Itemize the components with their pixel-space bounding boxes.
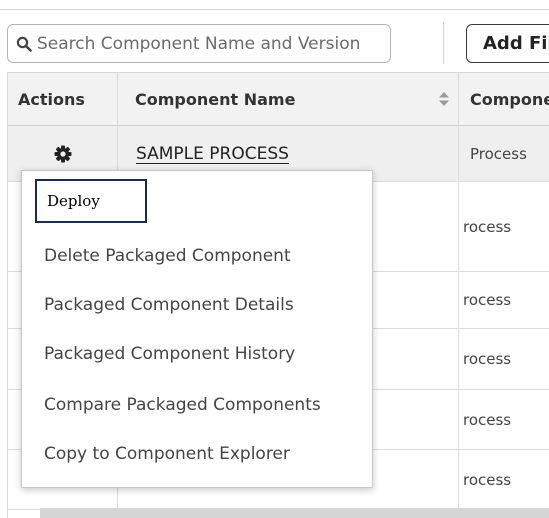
component-type-cell: rocess bbox=[463, 291, 512, 309]
search-box[interactable] bbox=[7, 24, 391, 63]
sort-icon[interactable] bbox=[439, 92, 449, 106]
menu-item-deploy[interactable]: Deploy bbox=[35, 179, 147, 223]
actions-context-menu: Deploy Delete Packaged Component Package… bbox=[21, 170, 373, 488]
menu-item-packaged-component-details[interactable]: Packaged Component Details bbox=[22, 281, 372, 329]
component-type-cell: rocess bbox=[463, 350, 512, 368]
add-filter-button[interactable]: Add Filter bbox=[466, 24, 549, 63]
table-header: Actions Component Name Component Type bbox=[8, 72, 549, 126]
menu-item-copy-to-component-explorer[interactable]: Copy to Component Explorer bbox=[22, 430, 372, 478]
menu-item-compare-packaged-components[interactable]: Compare Packaged Components bbox=[22, 381, 372, 429]
search-icon bbox=[16, 36, 32, 52]
component-type-cell: rocess bbox=[463, 410, 512, 429]
horizontal-scrollbar[interactable] bbox=[40, 508, 549, 518]
menu-item-packaged-component-history[interactable]: Packaged Component History bbox=[22, 330, 372, 378]
gear-icon[interactable] bbox=[53, 144, 73, 164]
component-type-cell: rocess bbox=[463, 217, 512, 236]
search-input[interactable] bbox=[37, 33, 377, 54]
column-header-component-name[interactable]: Component Name bbox=[118, 73, 459, 126]
menu-item-delete-packaged-component[interactable]: Delete Packaged Component bbox=[22, 232, 372, 280]
toolbar-separator bbox=[443, 22, 444, 64]
component-name-link[interactable]: SAMPLE PROCESS bbox=[136, 144, 289, 164]
packaged-components-page: Add Filter Actions Component Name Compon… bbox=[0, 0, 549, 518]
component-type-cell: rocess bbox=[463, 470, 512, 489]
column-header-component-type[interactable]: Component Type bbox=[459, 73, 549, 126]
component-type-cell: Process bbox=[470, 144, 527, 163]
column-header-label: Component Name bbox=[135, 90, 296, 109]
top-divider bbox=[0, 9, 549, 10]
column-header-actions: Actions bbox=[8, 73, 118, 126]
